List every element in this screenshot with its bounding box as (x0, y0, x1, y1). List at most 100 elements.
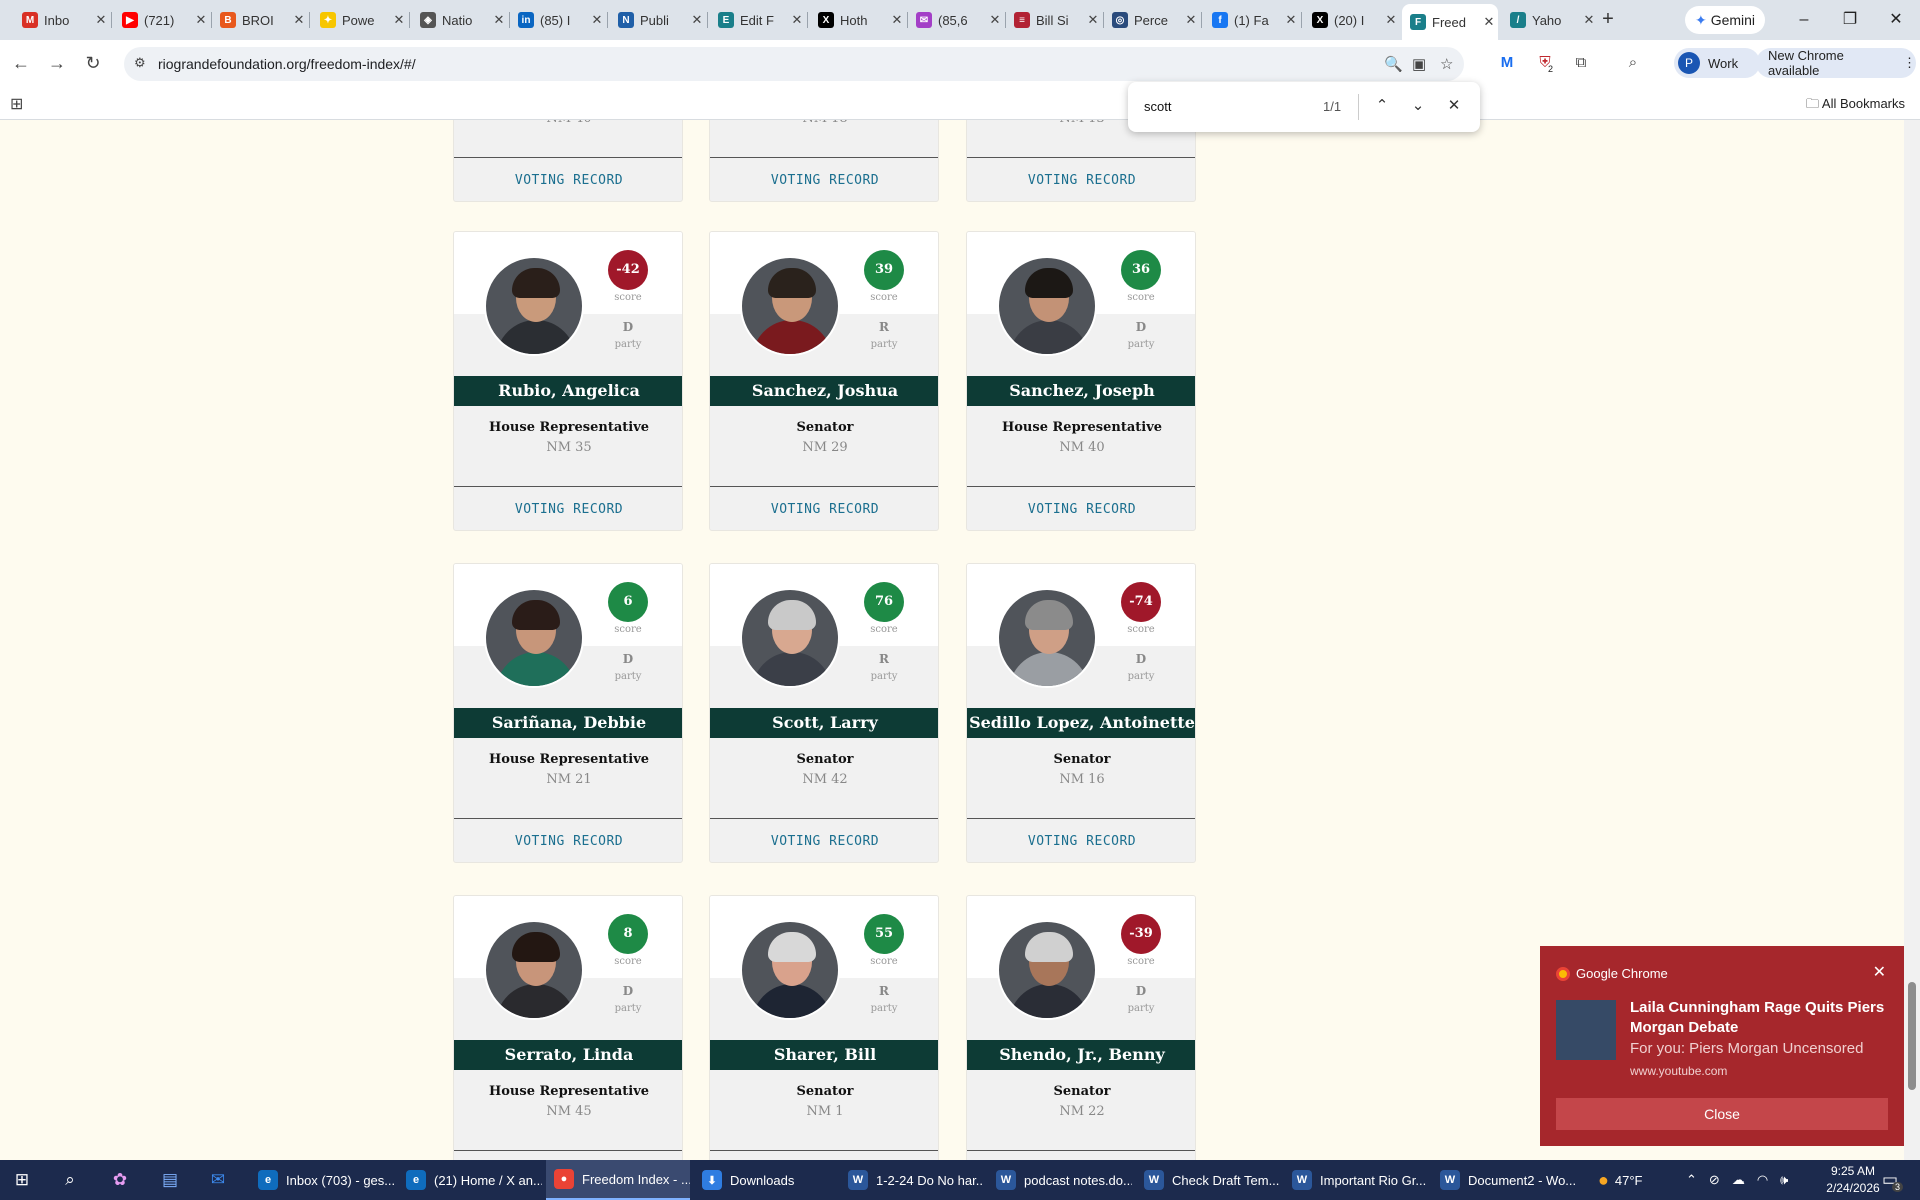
notification-close-icon[interactable]: ✕ (1873, 962, 1886, 982)
legislator-name[interactable]: Sedillo Lopez, Antoinette (967, 708, 1195, 738)
search-icon[interactable]: ⌕ (58, 1168, 82, 1192)
tab-close-icon[interactable]: ✕ (390, 12, 408, 28)
legislator-name[interactable]: Scott, Larry (710, 708, 938, 738)
photo-body (496, 320, 576, 354)
close-window-button[interactable]: ✕ (1876, 8, 1916, 32)
address-bar[interactable]: ⚙ riograndefoundation.org/freedom-index/… (124, 47, 1464, 81)
notification-close-button[interactable]: Close (1556, 1098, 1888, 1130)
tab-close-icon[interactable]: ✕ (290, 12, 308, 28)
tab-close-icon[interactable]: ✕ (490, 12, 508, 28)
restore-button[interactable]: ❐ (1830, 8, 1870, 32)
voting-record-link[interactable]: VOTING RECORD (454, 173, 682, 188)
weather-widget[interactable]: ● 47°F (1598, 1160, 1642, 1200)
volume-icon[interactable]: 🕪 (1780, 1172, 1788, 1188)
taskbar-app[interactable]: W Important Rio Gr... (1284, 1160, 1428, 1200)
browser-tab[interactable]: ▶ (721) ✕ (114, 6, 210, 34)
browser-tab[interactable]: f (1) Fa ✕ (1204, 6, 1300, 34)
chrome-update-button[interactable]: New Chrome available ⋮ (1756, 48, 1916, 78)
apps-grid-icon[interactable]: ⊞ (10, 94, 23, 114)
voting-record-link[interactable]: VOTING RECORD (710, 173, 938, 188)
voting-record-link[interactable]: VOTING RECORD (710, 834, 938, 849)
browser-tab[interactable]: ◎ Perce ✕ (1104, 6, 1200, 34)
browser-tab[interactable]: ◈ Natio ✕ (412, 6, 508, 34)
taskbar-app[interactable]: W 1-2-24 Do No har... (840, 1160, 984, 1200)
legislator-name[interactable]: Sanchez, Joseph (967, 376, 1195, 406)
store-icon[interactable]: ▤ (158, 1168, 182, 1192)
forward-button[interactable]: → (44, 50, 70, 76)
tab-close-icon[interactable]: ✕ (788, 12, 806, 28)
reload-button[interactable]: ↻ (80, 50, 106, 76)
wifi-icon[interactable]: ◠ (1757, 1172, 1768, 1188)
taskbar-app[interactable]: ⬇ Downloads (694, 1160, 838, 1200)
onedrive-icon[interactable]: ☁ (1732, 1172, 1745, 1188)
chevron-up-icon[interactable]: ⌃ (1686, 1172, 1697, 1188)
legislator-name[interactable]: Sanchez, Joshua (710, 376, 938, 406)
find-input[interactable]: scott (1144, 99, 1171, 114)
menu-dots-icon[interactable]: ⋮ (1903, 55, 1916, 71)
browser-tab[interactable]: X Hoth ✕ (810, 6, 906, 34)
legislator-name[interactable]: Shendo, Jr., Benny (967, 1040, 1195, 1070)
voting-record-link[interactable]: VOTING RECORD (710, 502, 938, 517)
browser-tab[interactable]: F Freed ✕ (1402, 4, 1498, 40)
tab-close-icon[interactable]: ✕ (1282, 12, 1300, 28)
profile-button[interactable]: P Work (1674, 48, 1760, 78)
new-tab-button[interactable]: + (1596, 8, 1620, 32)
find-previous-button[interactable]: ⌃ (1371, 95, 1393, 117)
browser-tab[interactable]: ≡ Bill Si ✕ (1006, 6, 1102, 34)
scrollbar-thumb[interactable] (1908, 982, 1916, 1090)
taskbar-app[interactable]: e (21) Home / X an... (398, 1160, 542, 1200)
legislator-name[interactable]: Sariñana, Debbie (454, 708, 682, 738)
outlook-icon[interactable]: ✉ (206, 1168, 230, 1192)
tab-close-icon[interactable]: ✕ (1382, 12, 1400, 28)
taskbar-app[interactable]: W Check Draft Tem... (1136, 1160, 1280, 1200)
windows-start-icon[interactable]: ⊞ (10, 1168, 34, 1192)
extension-m-icon[interactable]: M (1496, 52, 1518, 74)
browser-tab[interactable]: E Edit F ✕ (710, 6, 806, 34)
page-scrollbar[interactable] (1904, 120, 1920, 1160)
voting-record-link[interactable]: VOTING RECORD (454, 834, 682, 849)
tab-close-icon[interactable]: ✕ (688, 12, 706, 28)
gemini-button[interactable]: ✦ Gemini (1685, 6, 1765, 34)
tab-close-icon[interactable]: ✕ (1480, 14, 1498, 30)
browser-tab[interactable]: M Inbo ✕ (14, 6, 110, 34)
network-off-icon[interactable]: ⊘ (1709, 1172, 1720, 1188)
browser-tab[interactable]: / Yaho ✕ (1502, 6, 1598, 34)
voting-record-link[interactable]: VOTING RECORD (967, 173, 1195, 188)
zoom-icon[interactable]: 🔍 (1384, 55, 1403, 73)
voting-record-link[interactable]: VOTING RECORD (967, 834, 1195, 849)
taskbar-app[interactable]: ● Freedom Index - ... (546, 1160, 690, 1200)
tab-close-icon[interactable]: ✕ (1084, 12, 1102, 28)
tab-close-icon[interactable]: ✕ (888, 12, 906, 28)
tab-close-icon[interactable]: ✕ (192, 12, 210, 28)
browser-tab[interactable]: ✉ (85,6 ✕ (908, 6, 1004, 34)
all-bookmarks-button[interactable]: 🗀 All Bookmarks (1806, 95, 1905, 117)
copilot-icon[interactable]: ✿ (108, 1168, 132, 1192)
browser-tab[interactable]: in (85) I ✕ (510, 6, 606, 34)
browser-tab[interactable]: B BROI ✕ (212, 6, 308, 34)
legislator-name[interactable]: Serrato, Linda (454, 1040, 682, 1070)
find-close-button[interactable]: ✕ (1443, 95, 1465, 117)
tab-close-icon[interactable]: ✕ (588, 12, 606, 28)
tab-title: Hoth (840, 12, 868, 28)
bookmark-star-icon[interactable]: ☆ (1440, 55, 1453, 73)
browser-tab[interactable]: ✦ Powe ✕ (312, 6, 408, 34)
find-next-button[interactable]: ⌄ (1407, 95, 1429, 117)
back-button[interactable]: ← (8, 50, 34, 76)
reading-mode-icon[interactable]: ▣ (1412, 55, 1426, 73)
extensions-puzzle-icon[interactable]: ⧉ (1570, 52, 1592, 74)
tab-close-icon[interactable]: ✕ (92, 12, 110, 28)
taskbar-app[interactable]: e Inbox (703) - ges... (250, 1160, 394, 1200)
tab-search-icon[interactable]: ⌕ (1622, 52, 1644, 74)
tab-close-icon[interactable]: ✕ (986, 12, 1004, 28)
tab-close-icon[interactable]: ✕ (1182, 12, 1200, 28)
voting-record-link[interactable]: VOTING RECORD (454, 502, 682, 517)
site-info-icon[interactable]: ⚙ (134, 55, 146, 71)
legislator-name[interactable]: Rubio, Angelica (454, 376, 682, 406)
taskbar-app[interactable]: W Document2 - Wo... (1432, 1160, 1576, 1200)
browser-tab[interactable]: N Publi ✕ (610, 6, 706, 34)
voting-record-link[interactable]: VOTING RECORD (967, 502, 1195, 517)
legislator-name[interactable]: Sharer, Bill (710, 1040, 938, 1070)
taskbar-app[interactable]: Wpodcast notes.do... (988, 1160, 1132, 1200)
minimize-button[interactable]: – (1784, 8, 1824, 32)
browser-tab[interactable]: X (20) I ✕ (1304, 6, 1400, 34)
